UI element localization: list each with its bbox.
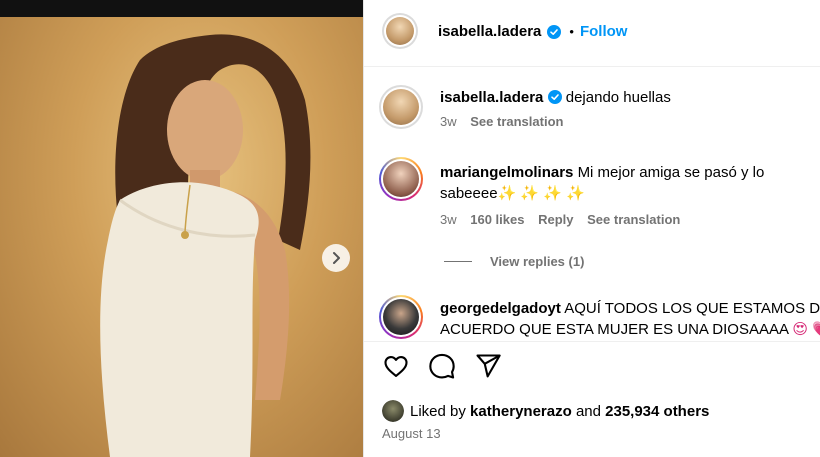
comment-item: georgedelgadoyt AQUÍ TODOS LOS QUE ESTAM… xyxy=(440,298,820,340)
view-replies[interactable]: View replies (1) xyxy=(444,254,584,269)
comment-avatar[interactable] xyxy=(379,295,423,339)
replies-line xyxy=(444,261,472,262)
comment-emojis: ✨ ✨ ✨ ✨ xyxy=(497,185,585,202)
actions-divider xyxy=(364,341,820,342)
caption-username[interactable]: isabella.ladera xyxy=(440,89,543,106)
comment-text: AQUÍ TODOS LOS QUE ESTAMOS DE xyxy=(564,300,820,317)
heart-icon[interactable] xyxy=(382,352,410,380)
likes-count[interactable]: 235,934 others xyxy=(605,403,709,420)
photo-top-bar xyxy=(0,0,363,17)
post-date[interactable]: August 13 xyxy=(382,426,441,441)
caption: isabella.ladera dejando huellas 3w See t… xyxy=(440,87,810,129)
caption-text: dejando huellas xyxy=(565,89,671,106)
comment-bubble-icon[interactable] xyxy=(428,352,456,380)
comment-text: Mi mejor amiga se pasó y lo xyxy=(577,164,765,181)
comment-likes[interactable]: 160 likes xyxy=(470,212,524,227)
verified-badge-icon xyxy=(547,90,562,104)
follow-button[interactable]: Follow xyxy=(580,23,628,40)
photo-content xyxy=(0,17,363,457)
action-bar xyxy=(382,352,502,380)
comment-see-translation[interactable]: See translation xyxy=(587,212,680,227)
chevron-right-icon xyxy=(333,252,340,264)
likes-row: Liked by katherynerazo and 235,934 other… xyxy=(382,400,709,422)
header-separator: • xyxy=(569,24,574,39)
comment-item: mariangelmolinars Mi mejor amiga se pasó… xyxy=(440,162,810,227)
comment-reply-button[interactable]: Reply xyxy=(538,212,573,227)
liked-by-prefix: Liked by xyxy=(410,402,466,420)
caption-avatar[interactable] xyxy=(379,85,423,129)
comment-avatar[interactable] xyxy=(379,157,423,201)
liker-avatar[interactable] xyxy=(382,400,404,422)
photo-illustration xyxy=(100,34,311,457)
liker-username[interactable]: katherynerazo xyxy=(470,403,572,420)
post-header: isabella.ladera • Follow xyxy=(364,0,820,67)
comment-username[interactable]: georgedelgadoyt xyxy=(440,300,561,317)
caption-time[interactable]: 3w xyxy=(440,114,457,129)
comment-text-line2: ACUERDO QUE ESTA MUJER ES UNA DIOSAAAA xyxy=(440,321,789,338)
liked-by-middle: and xyxy=(575,402,601,420)
verified-badge-icon xyxy=(547,24,562,39)
post-image[interactable] xyxy=(0,0,363,457)
comments-panel[interactable]: isabella.ladera dejando huellas 3w See t… xyxy=(364,66,820,341)
paper-plane-icon[interactable] xyxy=(474,352,502,380)
view-replies-label[interactable]: View replies (1) xyxy=(490,254,584,269)
author-username[interactable]: isabella.ladera xyxy=(438,23,541,40)
author-avatar[interactable] xyxy=(382,13,418,49)
comment-emojis: 😍 💗 xyxy=(792,321,820,338)
comment-text-line2: sabeeee xyxy=(440,185,498,202)
comment-time[interactable]: 3w xyxy=(440,212,457,227)
caption-see-translation[interactable]: See translation xyxy=(470,114,563,129)
next-image-button[interactable] xyxy=(322,244,350,272)
comment-username[interactable]: mariangelmolinars xyxy=(440,164,573,181)
